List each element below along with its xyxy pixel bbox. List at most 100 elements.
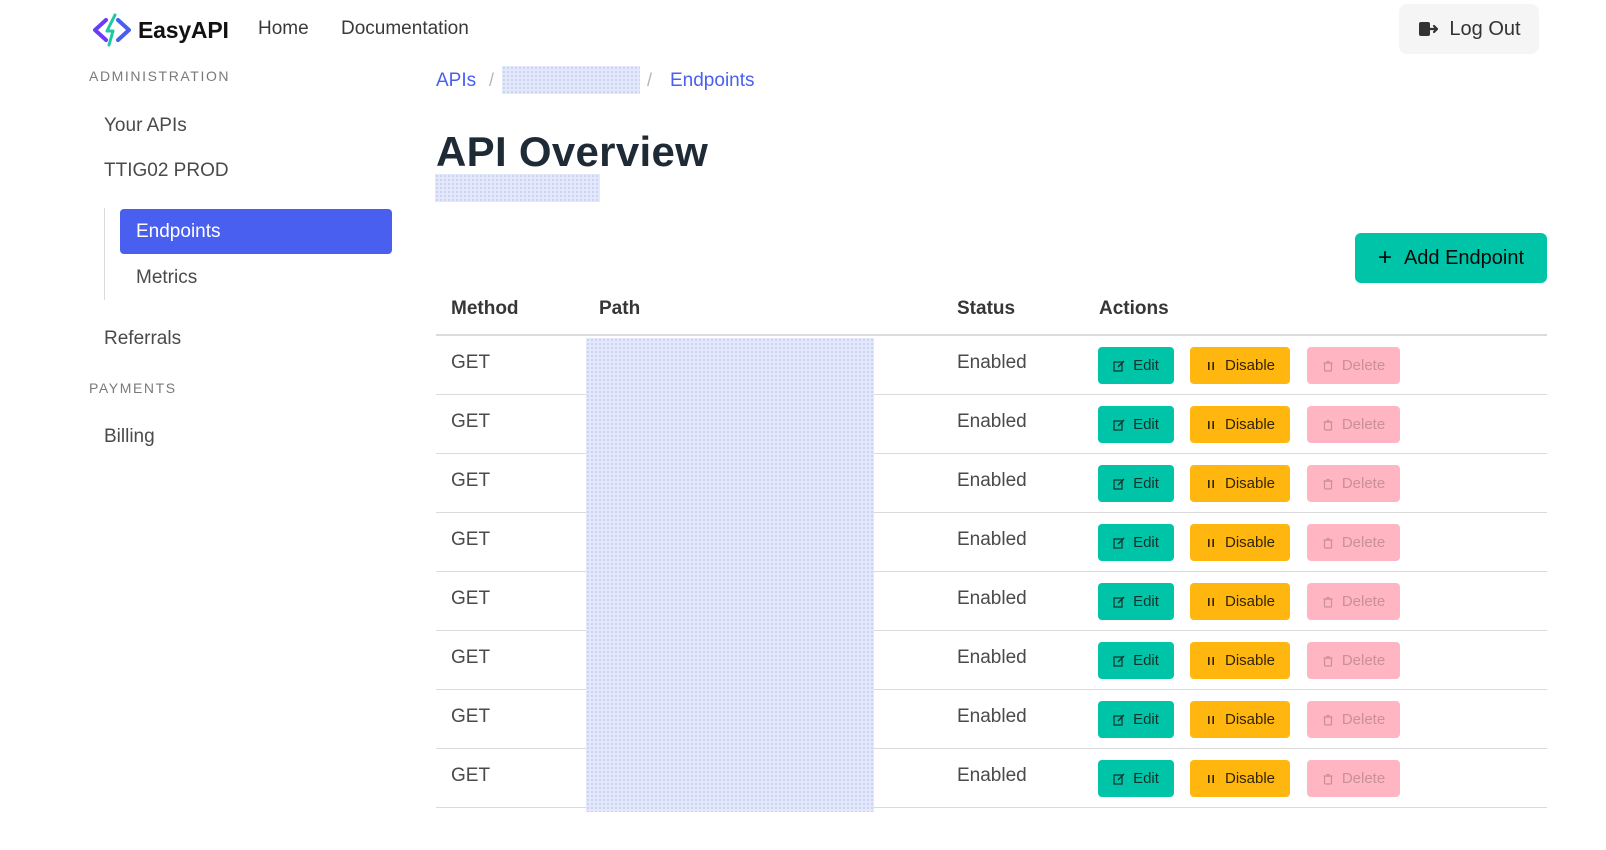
disable-button[interactable]: Disable: [1190, 465, 1290, 502]
pause-icon: [1207, 361, 1214, 370]
disable-button[interactable]: Disable: [1190, 406, 1290, 443]
pause-icon: [1207, 715, 1214, 724]
delete-button[interactable]: Delete: [1307, 347, 1400, 384]
sidebar-item-ttig02-prod[interactable]: TTIG02 PROD: [104, 160, 229, 182]
trash-icon: [1323, 714, 1333, 726]
sidebar-item-billing[interactable]: Billing: [104, 426, 155, 448]
delete-label: Delete: [1341, 475, 1386, 492]
cell-method: GET: [451, 647, 491, 668]
edit-label: Edit: [1133, 711, 1159, 728]
edit-button[interactable]: Edit: [1098, 524, 1174, 561]
breadcrumb-separator: /: [489, 70, 495, 90]
cell-status: Enabled: [957, 765, 1027, 786]
plus-icon: +: [1377, 244, 1392, 271]
logout-button[interactable]: Log Out: [1399, 4, 1539, 54]
delete-button[interactable]: Delete: [1307, 465, 1400, 502]
edit-button[interactable]: Edit: [1098, 701, 1174, 738]
cell-method: GET: [451, 588, 491, 609]
delete-button[interactable]: Delete: [1307, 406, 1400, 443]
disable-label: Disable: [1224, 357, 1276, 374]
trash-icon: [1323, 419, 1333, 431]
edit-label: Edit: [1133, 593, 1159, 610]
cell-status: Enabled: [957, 411, 1027, 432]
nav-link-home[interactable]: Home: [258, 18, 309, 40]
delete-label: Delete: [1341, 593, 1386, 610]
disable-button[interactable]: Disable: [1190, 642, 1290, 679]
delete-button[interactable]: Delete: [1307, 701, 1400, 738]
disable-label: Disable: [1224, 711, 1276, 728]
cell-status: Enabled: [957, 352, 1027, 373]
delete-label: Delete: [1341, 534, 1386, 551]
disable-button[interactable]: Disable: [1190, 347, 1290, 384]
edit-button[interactable]: Edit: [1098, 760, 1174, 797]
edit-label: Edit: [1133, 416, 1159, 433]
pause-icon: [1207, 538, 1214, 547]
edit-label: Edit: [1133, 770, 1159, 787]
sidebar-item-referrals[interactable]: Referrals: [104, 328, 181, 350]
disable-button[interactable]: Disable: [1190, 524, 1290, 561]
delete-label: Delete: [1341, 652, 1386, 669]
edit-icon: [1113, 360, 1125, 372]
trash-icon: [1323, 360, 1333, 372]
disable-label: Disable: [1224, 652, 1276, 669]
delete-button[interactable]: Delete: [1307, 583, 1400, 620]
disable-label: Disable: [1224, 475, 1276, 492]
path-column-redacted: [586, 338, 874, 812]
delete-label: Delete: [1341, 357, 1386, 374]
edit-button[interactable]: Edit: [1098, 642, 1174, 679]
cell-method: GET: [451, 706, 491, 727]
disable-label: Disable: [1224, 593, 1276, 610]
disable-button[interactable]: Disable: [1190, 701, 1290, 738]
trash-icon: [1323, 537, 1333, 549]
delete-label: Delete: [1341, 770, 1386, 787]
cell-status: Enabled: [957, 529, 1027, 550]
logout-label: Log Out: [1449, 17, 1521, 40]
page-title: API Overview: [436, 128, 709, 175]
trash-icon: [1323, 773, 1333, 785]
edit-icon: [1113, 655, 1125, 667]
edit-label: Edit: [1133, 475, 1159, 492]
trash-icon: [1323, 478, 1333, 490]
edit-label: Edit: [1133, 534, 1159, 551]
cell-method: GET: [451, 765, 491, 786]
delete-button[interactable]: Delete: [1307, 524, 1400, 561]
cell-status: Enabled: [957, 647, 1027, 668]
edit-button[interactable]: Edit: [1098, 347, 1174, 384]
edit-label: Edit: [1133, 357, 1159, 374]
logout-icon: [1419, 22, 1439, 36]
trash-icon: [1323, 596, 1333, 608]
breadcrumb-apis[interactable]: APIs: [436, 70, 476, 92]
edit-icon: [1113, 478, 1125, 490]
add-endpoint-label: Add Endpoint: [1403, 246, 1525, 269]
easyapi-logo-icon: [93, 13, 131, 47]
disable-button[interactable]: Disable: [1190, 760, 1290, 797]
delete-label: Delete: [1341, 711, 1386, 728]
pause-icon: [1207, 479, 1214, 488]
breadcrumb-redacted-api-name[interactable]: [502, 66, 640, 94]
breadcrumb-endpoints[interactable]: Endpoints: [670, 70, 755, 92]
disable-button[interactable]: Disable: [1190, 583, 1290, 620]
column-header-method: Method: [451, 298, 519, 319]
page-subtitle-redacted: [435, 174, 600, 202]
edit-button[interactable]: Edit: [1098, 465, 1174, 502]
disable-label: Disable: [1224, 534, 1276, 551]
pause-icon: [1207, 420, 1214, 429]
delete-button[interactable]: Delete: [1307, 760, 1400, 797]
edit-button[interactable]: Edit: [1098, 583, 1174, 620]
sidebar-item-endpoints[interactable]: Endpoints: [120, 209, 392, 254]
column-header-status: Status: [957, 298, 1016, 319]
edit-button[interactable]: Edit: [1098, 406, 1174, 443]
sidebar-item-your-apis[interactable]: Your APIs: [104, 115, 187, 137]
sidebar-item-metrics[interactable]: Metrics: [136, 267, 197, 289]
delete-button[interactable]: Delete: [1307, 642, 1400, 679]
edit-icon: [1113, 419, 1125, 431]
brand[interactable]: EasyAPI: [92, 12, 229, 48]
menu-label-administration: ADMINISTRATION: [89, 68, 231, 84]
add-endpoint-button[interactable]: + Add Endpoint: [1355, 233, 1547, 283]
navbar: EasyAPI Home Documentation Log Out: [0, 0, 1606, 60]
cell-method: GET: [451, 470, 491, 491]
submenu-divider: [104, 208, 105, 300]
edit-icon: [1113, 537, 1125, 549]
nav-link-documentation[interactable]: Documentation: [341, 18, 469, 40]
edit-icon: [1113, 596, 1125, 608]
